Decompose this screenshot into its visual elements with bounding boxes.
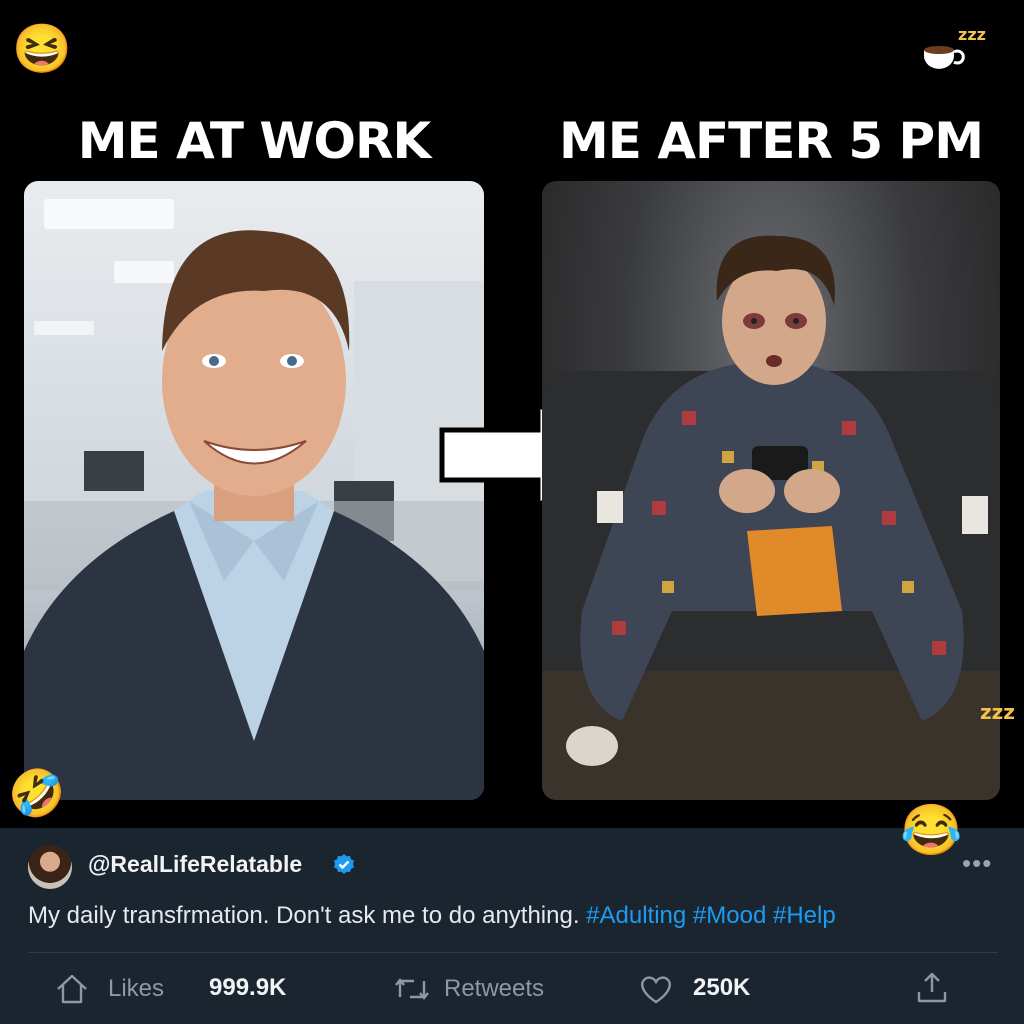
retweet-icon <box>395 978 429 1000</box>
heart-count: 250K <box>693 974 751 1001</box>
tired-man-illustration <box>542 235 1000 800</box>
likes-count: 999.9K <box>209 974 287 1001</box>
user-handle[interactable]: @RealLifeRelatable <box>88 851 302 878</box>
tears-of-joy-emoji: 😂 <box>900 802 963 858</box>
post-body: My daily transfrmation. Don't ask me to … <box>28 902 580 929</box>
heart-button[interactable] <box>637 972 675 1006</box>
caption-right: ME AFTER 5 PM <box>559 112 984 170</box>
zzz-text: zzz <box>958 25 986 44</box>
caption-left: ME AT WORK <box>77 112 432 170</box>
verified-badge-icon <box>334 854 354 874</box>
retweets-button[interactable]: Retweets <box>392 972 544 1006</box>
share-icon[interactable] <box>914 970 950 1006</box>
meme-image: 😆 zzz ME AT WORK ME AFTER 5 PM 🤣 zzz <box>0 0 1024 828</box>
post-hashtags[interactable]: #Adulting #Mood #Help <box>586 902 836 929</box>
heart-icon <box>641 976 671 1004</box>
avatar[interactable] <box>28 845 72 889</box>
retweets-label: Retweets <box>444 975 545 1002</box>
likes-label: Likes <box>108 975 165 1002</box>
rolling-laughing-emoji: 🤣 <box>8 767 66 819</box>
grinning-emoji: 😆 <box>12 23 72 76</box>
photo-after-5pm <box>542 181 1000 800</box>
divider <box>28 952 998 953</box>
sleepy-coffee-icon: zzz <box>924 25 986 69</box>
more-options-icon[interactable]: ••• <box>962 848 992 879</box>
post-text: My daily transfrmation. Don't ask me to … <box>28 902 836 930</box>
likes-button[interactable]: Likes <box>54 972 164 1006</box>
office-man-illustration <box>24 199 484 800</box>
home-icon <box>57 974 87 1004</box>
zzz-text: zzz <box>980 700 1015 724</box>
photo-at-work <box>24 181 484 800</box>
